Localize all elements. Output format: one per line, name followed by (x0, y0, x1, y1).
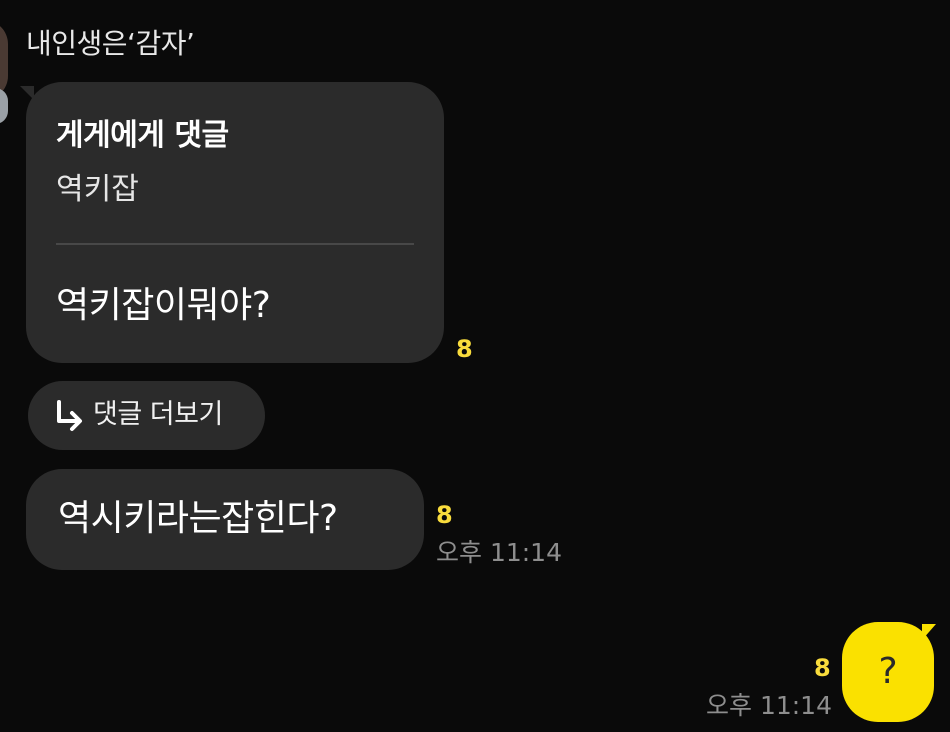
message-text: 역키잡이뭐야? (56, 285, 271, 326)
reply-arrow-icon (57, 400, 82, 431)
my-message-bubble[interactable]: ? (842, 622, 934, 722)
avatar-badge (0, 88, 8, 124)
unread-count: 8 (456, 335, 473, 363)
more-comments-button[interactable]: 댓글 더보기 (28, 381, 265, 450)
unread-count: 8 (436, 501, 453, 529)
message-text: ? (878, 651, 898, 692)
reply-divider (56, 243, 414, 245)
message-text: 역시키라는잡힌다? (58, 498, 338, 539)
message-bubble[interactable]: 역시키라는잡힌다? (26, 469, 424, 570)
message-timestamp: 오후 11:14 (436, 538, 562, 567)
unread-count: 8 (814, 654, 831, 682)
reply-to-label: 게게에게 댓글 (56, 118, 229, 153)
message-timestamp: 오후 11:14 (706, 691, 832, 720)
quoted-message: 역키잡 (56, 172, 139, 207)
sender-avatar[interactable] (0, 20, 8, 100)
more-comments-label: 댓글 더보기 (93, 399, 223, 430)
reply-message-bubble[interactable]: 게게에게 댓글 역키잡 역키잡이뭐야? (26, 82, 444, 363)
sender-name: 내인생은‘감자’ (26, 27, 195, 60)
